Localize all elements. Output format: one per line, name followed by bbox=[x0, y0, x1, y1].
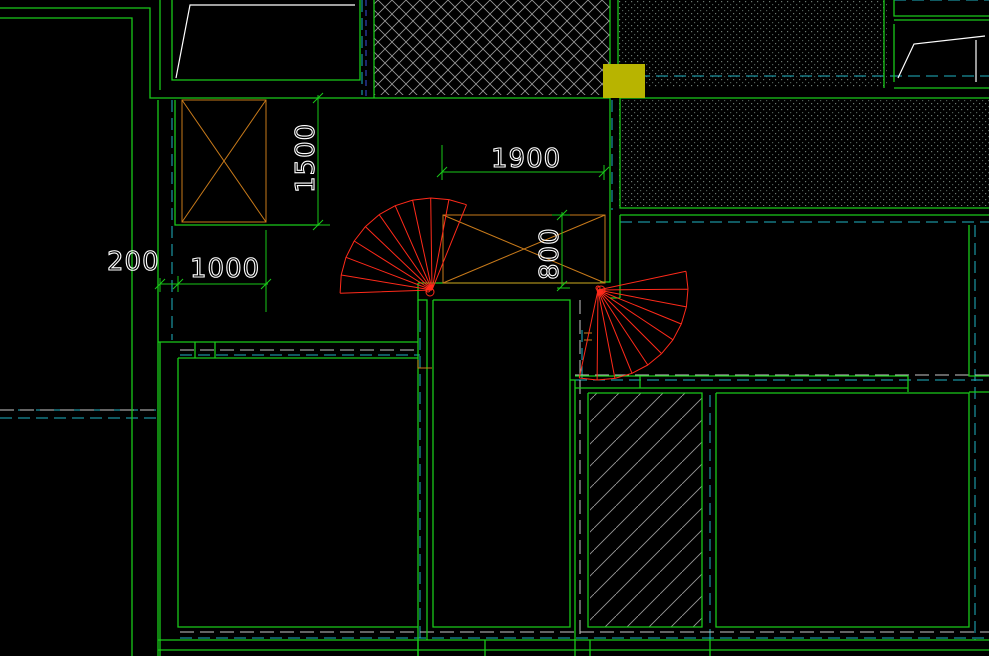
square-grip-icon[interactable] bbox=[603, 64, 645, 98]
sloped-line-left bbox=[175, 4, 355, 79]
cad-drawing-canvas[interactable]: 1500 1900 800 200 1000 bbox=[0, 0, 989, 656]
dimension-1900: 1900 bbox=[491, 144, 561, 174]
door-swing-dots bbox=[425, 285, 606, 297]
shaft-small-marks bbox=[417, 332, 592, 369]
dimension-200: 200 bbox=[107, 247, 160, 277]
sloped-line-right bbox=[897, 35, 986, 79]
crosshatch-area bbox=[374, 0, 610, 95]
diagonal-hatch-area bbox=[590, 393, 702, 627]
shaft-center bbox=[442, 214, 606, 284]
dimension-1000: 1000 bbox=[190, 254, 260, 284]
shaft-left bbox=[181, 99, 267, 223]
door-swing-left bbox=[339, 197, 467, 294]
dimension-800: 800 bbox=[535, 227, 565, 280]
dotted-area-top bbox=[618, 0, 887, 88]
walls bbox=[0, 0, 989, 656]
dotted-area-mid bbox=[618, 98, 989, 206]
dimension-1500: 1500 bbox=[291, 123, 321, 193]
